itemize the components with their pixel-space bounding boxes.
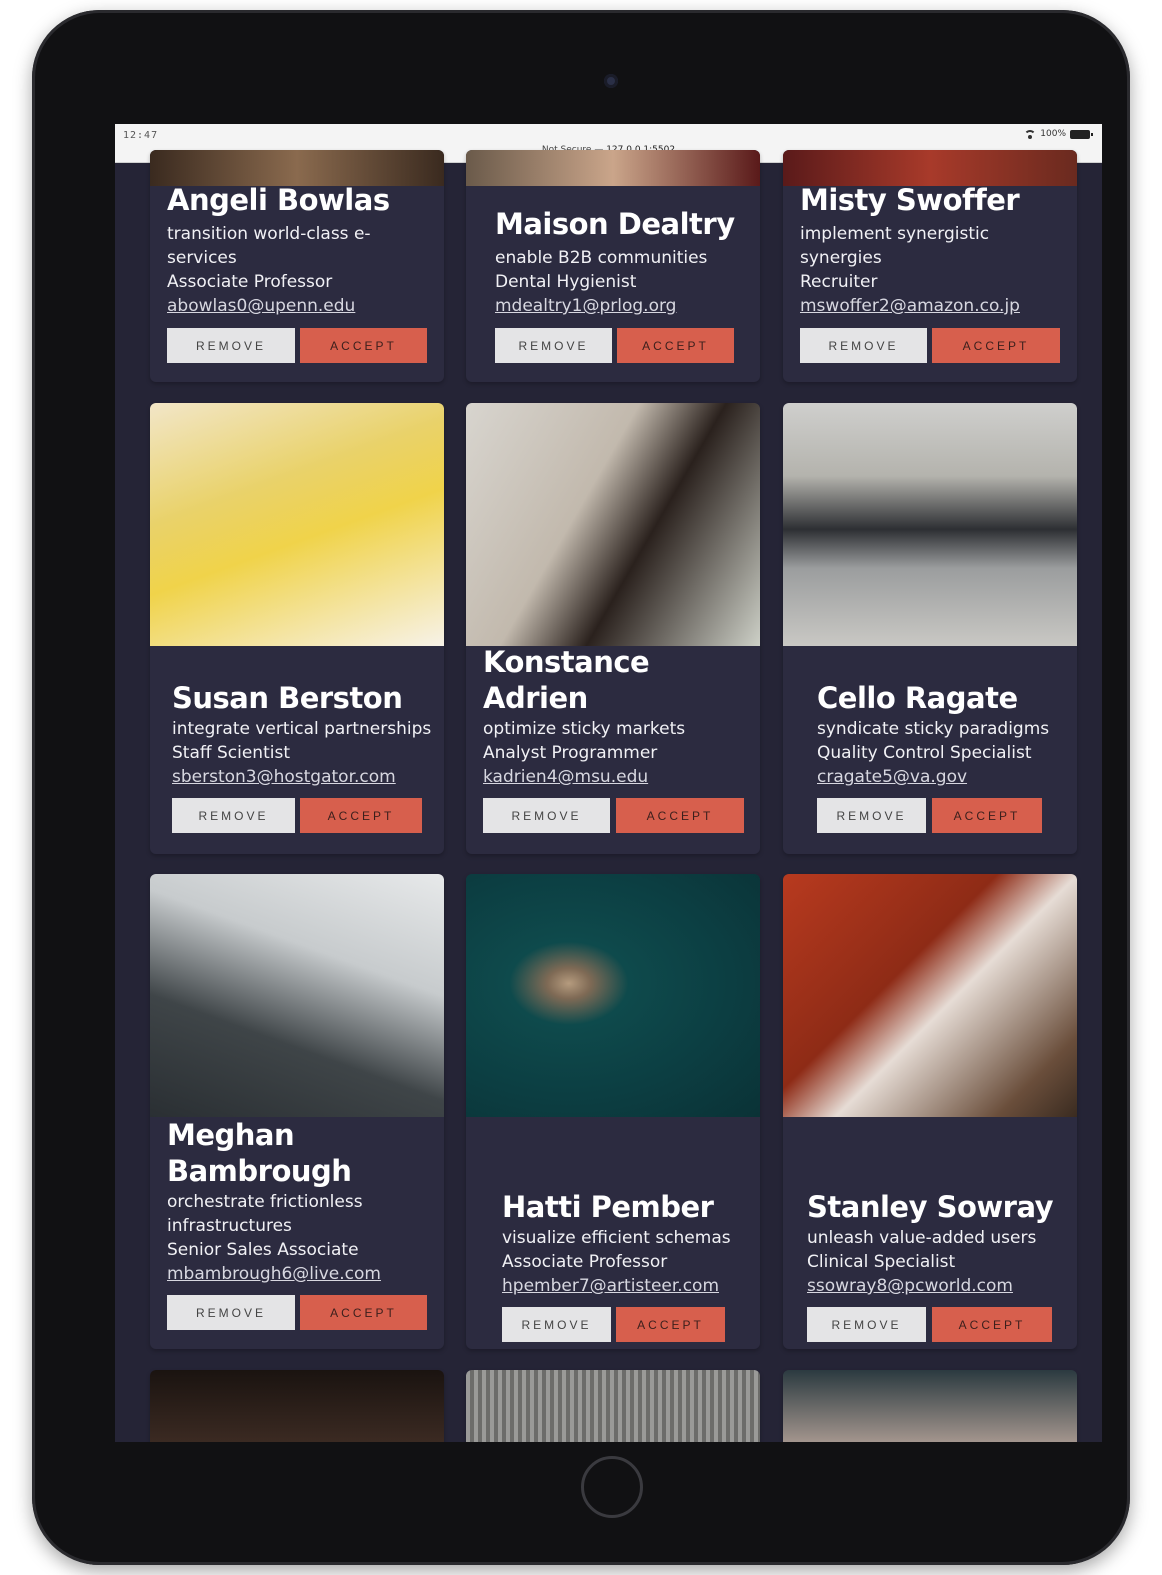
- profile-job-title: Associate Professor: [502, 1252, 668, 1272]
- remove-button[interactable]: REMOVE: [483, 798, 610, 833]
- profile-name: Misty Swoffer: [800, 183, 1020, 217]
- profile-tagline: services: [167, 248, 237, 268]
- remove-button[interactable]: REMOVE: [502, 1307, 611, 1342]
- profile-card: Maison Dealtry enable B2B communities De…: [466, 150, 760, 382]
- profile-job-title: Quality Control Specialist: [817, 743, 1032, 763]
- profile-photo: [783, 1370, 1077, 1442]
- profile-photo: [466, 150, 760, 186]
- remove-button[interactable]: REMOVE: [817, 798, 926, 833]
- profile-job-title: Recruiter: [800, 272, 878, 292]
- accept-button[interactable]: ACCEPT: [300, 1295, 427, 1330]
- profile-card: Hatti Pember visualize efficient schemas…: [466, 874, 760, 1349]
- profile-name: Cello Ragate: [817, 681, 1018, 715]
- profile-name: Konstance: [483, 645, 650, 679]
- profile-email-link[interactable]: kadrien4@msu.edu: [483, 765, 648, 789]
- profile-job-title: Dental Hygienist: [495, 272, 637, 292]
- accept-button[interactable]: ACCEPT: [300, 328, 427, 363]
- profile-photo: [150, 874, 444, 1117]
- profile-name: Hatti Pember: [502, 1190, 714, 1224]
- profile-photo: [783, 874, 1077, 1117]
- remove-button[interactable]: REMOVE: [807, 1307, 926, 1342]
- profile-card: Misty Swoffer implement synergistic syne…: [783, 150, 1077, 382]
- profile-email-link[interactable]: sberston3@hostgator.com: [172, 765, 396, 789]
- profile-card: Susan Berston integrate vertical partner…: [150, 403, 444, 854]
- profile-email-link[interactable]: ssowray8@pcworld.com: [807, 1274, 1013, 1298]
- profile-name: Adrien: [483, 681, 588, 715]
- profile-tagline: synergies: [800, 248, 882, 268]
- profile-tagline: implement synergistic: [800, 224, 990, 244]
- accept-button[interactable]: ACCEPT: [300, 798, 422, 833]
- accept-button[interactable]: ACCEPT: [616, 1307, 725, 1342]
- profile-photo: [783, 150, 1077, 186]
- profile-email-link[interactable]: cragate5@va.gov: [817, 765, 967, 789]
- profile-email-link[interactable]: mbambrough6@live.com: [167, 1262, 381, 1286]
- browser-screen: 12:47 100% Not Secure — 127.0.0.1:5502 A…: [115, 124, 1102, 1442]
- profile-name: Maison Dealtry: [495, 207, 735, 241]
- profile-tagline: integrate vertical partnerships: [172, 719, 432, 739]
- camera-icon: [604, 74, 618, 88]
- profile-tagline: transition world-class e-: [167, 224, 371, 244]
- profile-name: Bambrough: [167, 1154, 352, 1188]
- profile-job-title: Senior Sales Associate: [167, 1240, 359, 1260]
- profile-tagline: infrastructures: [167, 1216, 292, 1236]
- profile-photo: [466, 403, 760, 646]
- profile-email-link[interactable]: mswoffer2@amazon.co.jp: [800, 294, 1020, 318]
- home-button[interactable]: [581, 1456, 643, 1518]
- accept-button[interactable]: ACCEPT: [932, 798, 1042, 833]
- profile-tagline: visualize efficient schemas: [502, 1228, 731, 1248]
- profile-name: Meghan: [167, 1118, 295, 1152]
- remove-button[interactable]: REMOVE: [495, 328, 612, 363]
- profile-tagline: optimize sticky markets: [483, 719, 686, 739]
- profile-card: Meghan Bambrough orchestrate frictionles…: [150, 874, 444, 1349]
- remove-button[interactable]: REMOVE: [167, 328, 295, 363]
- profile-photo: [150, 150, 444, 186]
- profile-card: Angeli Bowlas transition world-class e- …: [150, 150, 444, 382]
- profile-job-title: Analyst Programmer: [483, 743, 658, 763]
- profile-card: Stanley Sowray unleash value-added users…: [783, 874, 1077, 1349]
- profile-tagline: enable B2B communities: [495, 248, 708, 268]
- profile-tagline: orchestrate frictionless: [167, 1192, 363, 1212]
- profile-email-link[interactable]: hpember7@artisteer.com: [502, 1274, 719, 1298]
- profile-job-title: Clinical Specialist: [807, 1252, 956, 1272]
- accept-button[interactable]: ACCEPT: [932, 328, 1060, 363]
- profile-job-title: Associate Professor: [167, 272, 333, 292]
- profile-photo: [466, 874, 760, 1117]
- profile-photo: [783, 403, 1077, 646]
- profile-name: Angeli Bowlas: [167, 183, 390, 217]
- profile-photo: [150, 403, 444, 646]
- profile-card: Cello Ragate syndicate sticky paradigms …: [783, 403, 1077, 854]
- profile-tagline: unleash value-added users: [807, 1228, 1037, 1248]
- profile-email-link[interactable]: mdealtry1@prlog.org: [495, 294, 676, 318]
- profile-name: Susan Berston: [172, 681, 403, 715]
- remove-button[interactable]: REMOVE: [172, 798, 295, 833]
- profile-card: [150, 1370, 444, 1442]
- accept-button[interactable]: ACCEPT: [616, 798, 744, 833]
- profile-grid: Angeli Bowlas transition world-class e- …: [115, 150, 1102, 1442]
- profile-name: Stanley Sowray: [807, 1190, 1054, 1224]
- profile-photo: [150, 1370, 444, 1442]
- profile-card: [466, 1370, 760, 1442]
- profile-card: Konstance Adrien optimize sticky markets…: [466, 403, 760, 854]
- profile-photo: [466, 1370, 760, 1442]
- accept-button[interactable]: ACCEPT: [617, 328, 734, 363]
- accept-button[interactable]: ACCEPT: [932, 1307, 1052, 1342]
- remove-button[interactable]: REMOVE: [167, 1295, 295, 1330]
- profile-job-title: Staff Scientist: [172, 743, 290, 763]
- remove-button[interactable]: REMOVE: [800, 328, 927, 363]
- tablet-frame: 12:47 100% Not Secure — 127.0.0.1:5502 A…: [32, 10, 1130, 1565]
- profile-tagline: syndicate sticky paradigms: [817, 719, 1050, 739]
- profile-card: [783, 1370, 1077, 1442]
- profile-email-link[interactable]: abowlas0@upenn.edu: [167, 294, 355, 318]
